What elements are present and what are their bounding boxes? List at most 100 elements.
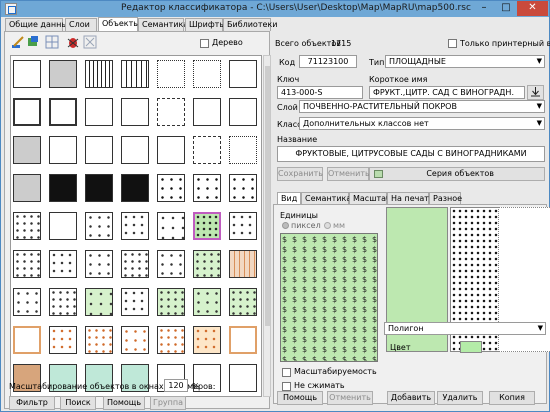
symbol-cell[interactable] bbox=[13, 60, 41, 88]
download-icon[interactable] bbox=[527, 85, 544, 100]
scale-input[interactable]: 120 bbox=[164, 379, 188, 392]
tab-general[interactable]: Общие данные bbox=[5, 18, 73, 31]
symbol-cell[interactable] bbox=[13, 250, 41, 278]
symbol-cell[interactable] bbox=[193, 174, 221, 202]
symbol-cell[interactable] bbox=[49, 326, 77, 354]
symbol-cell[interactable] bbox=[157, 174, 185, 202]
tab-semantics[interactable]: Семантика bbox=[138, 18, 188, 31]
symbol-cell[interactable] bbox=[157, 212, 185, 240]
symbol-cell[interactable] bbox=[193, 98, 221, 126]
symbol-cell[interactable] bbox=[193, 60, 221, 88]
delete-button[interactable]: Удалить bbox=[437, 391, 483, 405]
symbol-cell[interactable] bbox=[121, 288, 149, 316]
tab-layers[interactable]: Слои bbox=[65, 18, 97, 31]
symbol-cell[interactable] bbox=[157, 326, 185, 354]
class-select[interactable]: Дополнительных классов нет ▼ bbox=[299, 117, 545, 130]
minimize-button[interactable]: – bbox=[473, 1, 495, 16]
help-button[interactable]: Помощь bbox=[103, 396, 145, 410]
symbol-cell[interactable] bbox=[13, 326, 41, 354]
symbol-cell[interactable] bbox=[193, 136, 221, 164]
group-button[interactable]: Группа bbox=[150, 396, 186, 410]
symbol-cell[interactable] bbox=[13, 98, 41, 126]
color-swatch[interactable] bbox=[460, 341, 482, 353]
scroll-thumb[interactable] bbox=[265, 66, 270, 326]
symbol-cell[interactable] bbox=[85, 98, 113, 126]
filter-button[interactable]: Фильтр bbox=[9, 396, 55, 410]
scalable-checkbox[interactable] bbox=[282, 368, 291, 377]
symbol-cell-selected[interactable] bbox=[193, 212, 221, 240]
symbol-cell[interactable] bbox=[13, 288, 41, 316]
units-mm-radio[interactable] bbox=[324, 222, 331, 229]
symbol-cell[interactable] bbox=[229, 60, 257, 88]
symbol-cell[interactable] bbox=[85, 136, 113, 164]
symbol-cell[interactable] bbox=[85, 326, 113, 354]
symbol-cell[interactable] bbox=[121, 60, 149, 88]
symbol-cell[interactable] bbox=[49, 212, 77, 240]
symbol-cell[interactable] bbox=[193, 250, 221, 278]
tools-icon[interactable] bbox=[26, 35, 40, 49]
no-compress-checkbox[interactable] bbox=[282, 382, 291, 391]
symbol-cell[interactable] bbox=[229, 364, 257, 392]
symbol-cell[interactable] bbox=[49, 174, 77, 202]
units-pixels-radio[interactable] bbox=[282, 222, 289, 229]
tab-libraries[interactable]: Библиотеки bbox=[223, 18, 277, 31]
series-button[interactable]: Серия объектов bbox=[369, 167, 545, 181]
symbol-cell[interactable] bbox=[229, 250, 257, 278]
undo-button[interactable]: Отменить bbox=[327, 391, 373, 405]
symbol-cell[interactable] bbox=[157, 136, 185, 164]
search-button[interactable]: Поиск bbox=[60, 396, 96, 410]
copy-button[interactable]: Копия bbox=[489, 391, 535, 405]
symbol-cell[interactable] bbox=[85, 60, 113, 88]
symbol-cell[interactable] bbox=[49, 288, 77, 316]
symbol-cell[interactable] bbox=[157, 250, 185, 278]
symbol-cell[interactable] bbox=[157, 98, 185, 126]
help-button-right[interactable]: Помощь bbox=[277, 391, 323, 405]
symbol-cell[interactable] bbox=[85, 250, 113, 278]
symbol-cell[interactable] bbox=[85, 288, 113, 316]
symbol-cell[interactable] bbox=[85, 174, 113, 202]
symbol-cell[interactable] bbox=[121, 250, 149, 278]
bug-icon[interactable] bbox=[66, 35, 80, 49]
cancel-button[interactable]: Отменить bbox=[327, 167, 370, 181]
symbol-cell[interactable] bbox=[49, 250, 77, 278]
symbol-cell[interactable] bbox=[85, 212, 113, 240]
symbol-cell[interactable] bbox=[229, 288, 257, 316]
grid-scrollbar[interactable] bbox=[263, 55, 271, 397]
symbol-cell[interactable] bbox=[121, 174, 149, 202]
symbol-cell[interactable] bbox=[157, 288, 185, 316]
symbol-cell[interactable] bbox=[13, 212, 41, 240]
symbol-cell[interactable] bbox=[229, 326, 257, 354]
primitive-select[interactable]: Полигон ▼ bbox=[384, 322, 546, 335]
delete-icon[interactable] bbox=[83, 35, 97, 49]
symbol-cell[interactable] bbox=[157, 60, 185, 88]
tab-objects[interactable]: Объекты bbox=[98, 17, 140, 31]
maximize-button[interactable]: □ bbox=[495, 1, 517, 16]
tab-fonts[interactable]: Шрифты bbox=[185, 18, 226, 31]
name-input[interactable]: ФРУКТОВЫЕ, ЦИТРУСОВЫЕ САДЫ С ВИНОГРАДНИК… bbox=[277, 146, 545, 162]
symbol-cell[interactable] bbox=[13, 136, 41, 164]
symbol-cell[interactable] bbox=[121, 326, 149, 354]
pencil-icon[interactable] bbox=[11, 35, 25, 49]
symbol-cell[interactable] bbox=[121, 212, 149, 240]
symbol-cell[interactable] bbox=[49, 136, 77, 164]
symbol-cell[interactable] bbox=[193, 288, 221, 316]
key-input[interactable]: 413-000-S bbox=[277, 86, 363, 99]
symbol-cell[interactable] bbox=[229, 212, 257, 240]
symbol-cell[interactable] bbox=[229, 174, 257, 202]
symbol-cell[interactable] bbox=[229, 98, 257, 126]
symbol-cell[interactable] bbox=[13, 174, 41, 202]
close-button[interactable]: ✕ bbox=[517, 1, 548, 16]
short-name-input[interactable]: ФРУКТ.,ЦИТР. САД С ВИНОГРАДН. bbox=[369, 86, 525, 99]
symbol-cell[interactable] bbox=[49, 60, 77, 88]
symbol-cell[interactable] bbox=[49, 98, 77, 126]
tree-checkbox[interactable] bbox=[200, 39, 209, 48]
printer-view-checkbox[interactable] bbox=[448, 39, 457, 48]
save-button[interactable]: Сохранить bbox=[277, 167, 323, 181]
grid-edit-icon[interactable] bbox=[45, 35, 59, 49]
add-button[interactable]: Добавить bbox=[387, 391, 435, 405]
symbol-cell[interactable] bbox=[193, 326, 221, 354]
symbol-cell[interactable] bbox=[229, 136, 257, 164]
symbol-cell[interactable] bbox=[121, 136, 149, 164]
type-select[interactable]: ПЛОЩАДНЫЕ ▼ bbox=[385, 55, 545, 68]
layer-select[interactable]: ПОЧВЕННО-РАСТИТЕЛЬНЫЙ ПОКРОВ ▼ bbox=[299, 100, 545, 113]
